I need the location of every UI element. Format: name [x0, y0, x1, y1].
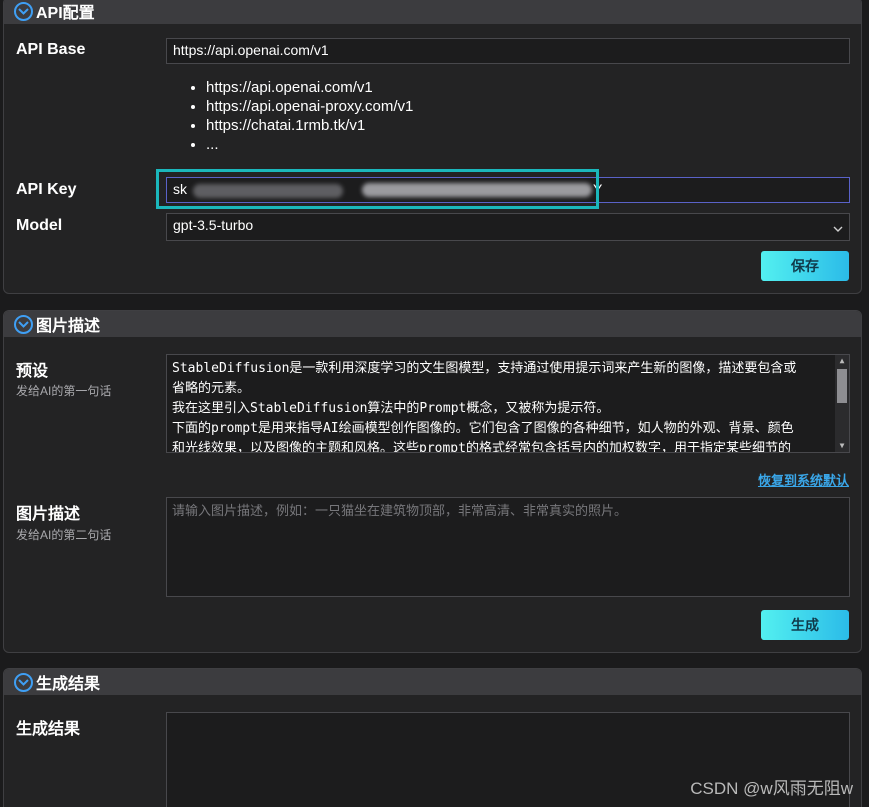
scroll-thumb[interactable]	[837, 369, 847, 403]
image-desc-panel: 图片描述 预设 发给AI的第一句话 StableDiffusion是一款利用深度…	[3, 310, 862, 653]
result-header[interactable]: 生成结果	[4, 669, 861, 695]
api-base-input[interactable]: https://api.openai.com/v1	[166, 38, 850, 64]
api-base-option[interactable]: https://api.openai-proxy.com/v1	[206, 97, 413, 116]
image-desc-title: 图片描述	[36, 318, 101, 335]
preset-line: 下面的prompt是用来指导AI绘画模型创作图像的。它们包含了图像的各种细节，如…	[172, 421, 794, 436]
desc-textarea[interactable]: 请输入图片描述，例如：一只猫坐在建筑物顶部，非常高清、非常真实的照片。	[166, 497, 850, 597]
chevron-down-icon[interactable]	[14, 672, 33, 692]
api-base-option[interactable]: https://api.openai.com/v1	[206, 78, 413, 97]
result-title: 生成结果	[36, 676, 101, 693]
api-key-input[interactable]: sk Y	[166, 177, 850, 203]
desc-placeholder: 请输入图片描述，例如：一只猫坐在建筑物顶部，非常高清、非常真实的照片。	[172, 504, 628, 519]
model-value: gpt-3.5-turbo	[173, 217, 254, 233]
model-select[interactable]: gpt-3.5-turbo	[166, 213, 850, 241]
preset-line: 我在这里引入StableDiffusion算法中的Prompt概念，又被称为提示…	[172, 401, 610, 416]
preset-textarea[interactable]: StableDiffusion是一款利用深度学习的文生图模型，支持通过使用提示词…	[166, 354, 850, 453]
api-base-value: https://api.openai.com/v1	[173, 42, 329, 58]
reset-default-link[interactable]: 恢复到系统默认	[758, 470, 849, 489]
api-base-option[interactable]: ...	[206, 135, 413, 154]
api-config-title: API配置	[36, 5, 95, 22]
save-button[interactable]: 保存	[761, 251, 849, 281]
scroll-down-icon[interactable]: ▼	[835, 440, 849, 452]
preset-sublabel: 发给AI的第一句话	[16, 384, 112, 398]
api-key-label: API Key	[16, 181, 77, 198]
api-key-mask	[362, 183, 592, 197]
preset-label: 预设	[16, 363, 49, 380]
desc-label: 图片描述	[16, 506, 81, 523]
result-label: 生成结果	[16, 721, 81, 738]
model-label: Model	[16, 217, 63, 234]
image-desc-header[interactable]: 图片描述	[4, 311, 861, 337]
preset-line: StableDiffusion是一款利用深度学习的文生图模型，支持通过使用提示词…	[172, 361, 797, 376]
scroll-up-icon[interactable]: ▲	[835, 355, 849, 367]
desc-sublabel: 发给AI的第二句话	[16, 528, 112, 542]
api-config-header[interactable]: API配置	[4, 0, 861, 24]
api-config-panel: API配置 API Base https://api.openai.com/v1…	[3, 0, 862, 294]
api-base-options: https://api.openai.com/v1 https://api.op…	[206, 78, 413, 154]
select-arrow-icon[interactable]	[833, 220, 843, 236]
api-key-prefix: sk	[173, 181, 187, 197]
watermark: CSDN @w风雨无阻w	[690, 779, 853, 798]
chevron-down-icon[interactable]	[14, 1, 33, 21]
preset-line: 省略的元素。	[172, 381, 251, 396]
api-base-label: API Base	[16, 41, 86, 58]
api-base-option[interactable]: https://chatai.1rmb.tk/v1	[206, 116, 413, 135]
api-key-suffix: Y	[593, 181, 603, 197]
preset-scrollbar[interactable]: ▲ ▼	[835, 355, 849, 452]
generate-button[interactable]: 生成	[761, 610, 849, 640]
preset-line: 和光线效果，以及图像的主题和风格。这些prompt的格式经常包含括号内的加权数字…	[172, 441, 791, 453]
chevron-down-icon[interactable]	[14, 314, 33, 334]
api-key-mask	[193, 184, 343, 198]
